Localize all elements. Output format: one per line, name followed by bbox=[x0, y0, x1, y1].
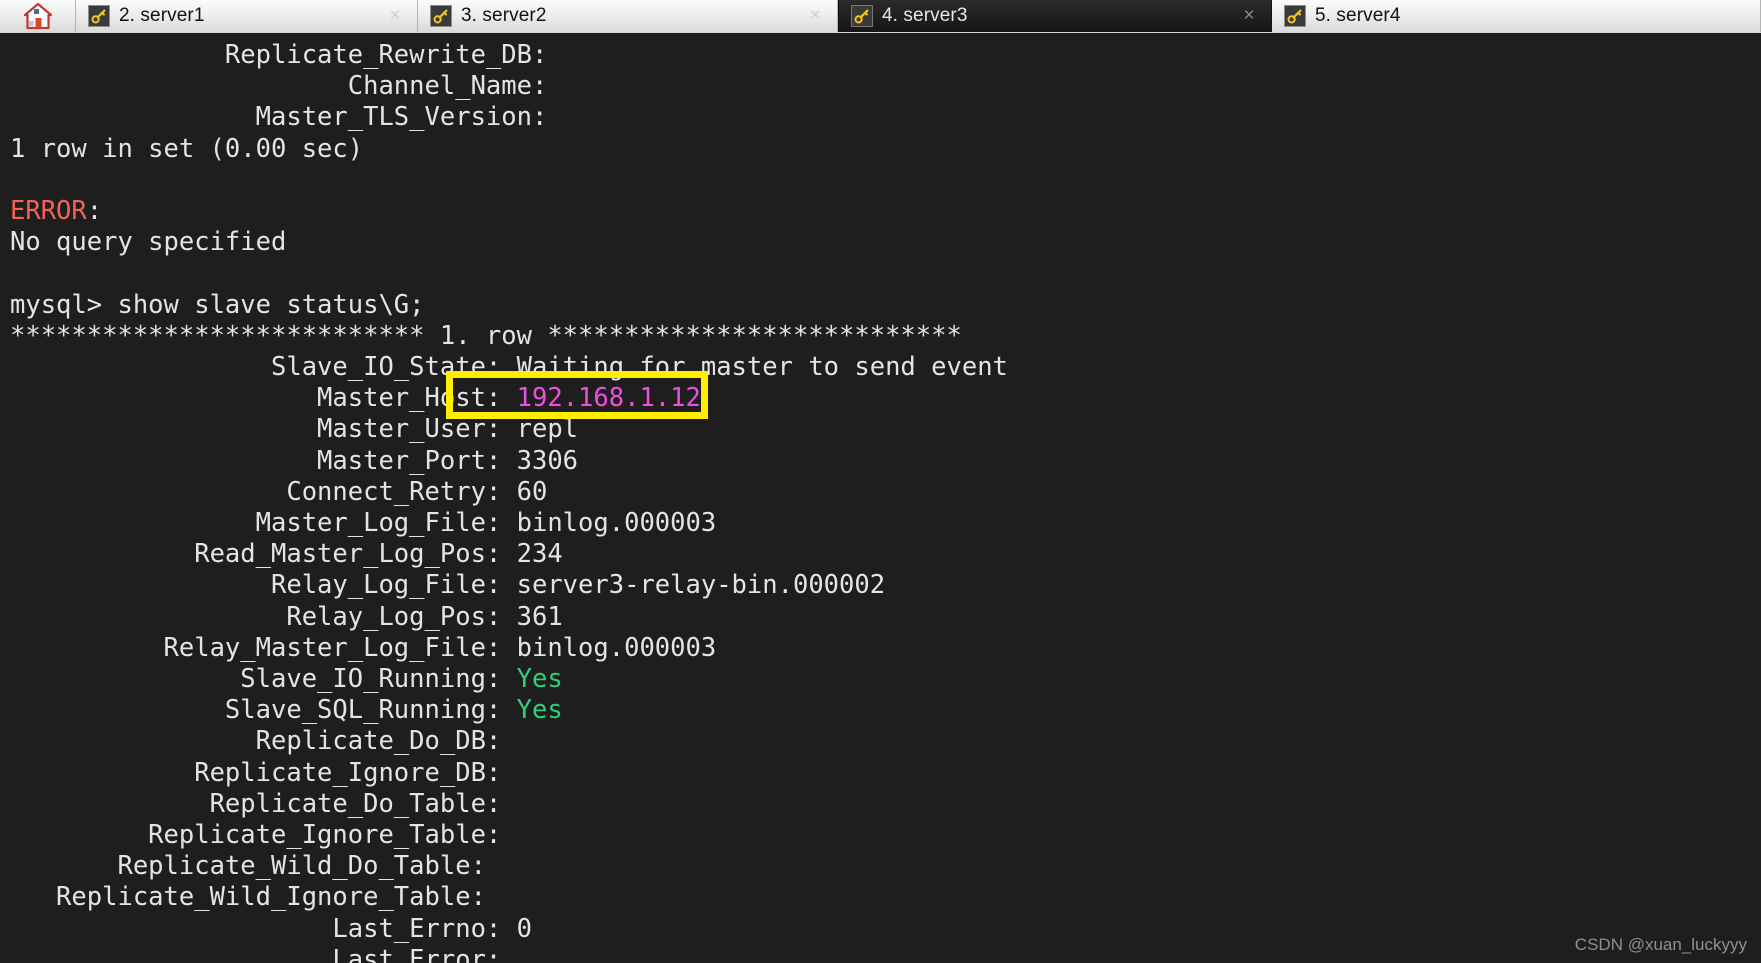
tab-server3[interactable]: 4. server3 × bbox=[838, 0, 1272, 32]
tab-close-icon[interactable]: × bbox=[806, 6, 824, 25]
tab-close-icon[interactable]: × bbox=[386, 6, 404, 25]
key-icon bbox=[430, 5, 452, 27]
key-icon bbox=[1284, 5, 1306, 27]
tab-label: 4. server3 bbox=[882, 5, 968, 26]
tab-bar: 2. server1 × 3. server2 × 4. server3 × 5… bbox=[0, 0, 1761, 41]
key-icon bbox=[851, 5, 873, 27]
tab-server4[interactable]: 5. server4 bbox=[1272, 0, 1761, 32]
tab-home[interactable] bbox=[0, 0, 76, 32]
tab-label: 5. server4 bbox=[1315, 5, 1401, 26]
home-icon bbox=[23, 2, 53, 30]
watermark: CSDN @xuan_luckyyy bbox=[1574, 935, 1747, 954]
tab-server2[interactable]: 3. server2 × bbox=[418, 0, 838, 32]
tab-label: 2. server1 bbox=[119, 5, 205, 26]
tab-server1[interactable]: 2. server1 × bbox=[76, 0, 418, 32]
terminal-output-pane[interactable]: Replicate_Rewrite_DB: Channel_Name: Mast… bbox=[0, 33, 1761, 963]
tab-label: 3. server2 bbox=[461, 5, 547, 26]
terminal-text: Replicate_Rewrite_DB: Channel_Name: Mast… bbox=[10, 40, 1008, 963]
key-icon bbox=[88, 5, 110, 27]
tab-close-icon[interactable]: × bbox=[1240, 6, 1258, 25]
